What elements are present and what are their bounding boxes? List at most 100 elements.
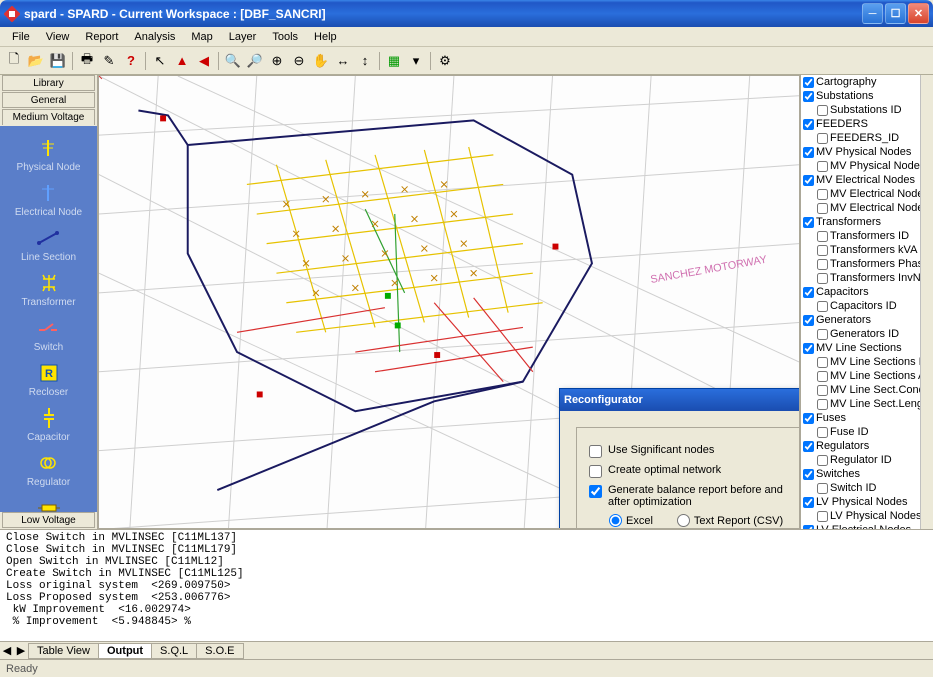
menu-analysis[interactable]: Analysis: [126, 29, 183, 45]
layer-row[interactable]: Transformers ID: [801, 229, 920, 243]
layer-row[interactable]: MV Electrical Nodes: [801, 173, 920, 187]
layer-row[interactable]: FEEDERS_ID: [801, 131, 920, 145]
layer-row[interactable]: Cartography: [801, 75, 920, 89]
menu-file[interactable]: File: [4, 29, 38, 45]
layer-row[interactable]: Transformers Phases: [801, 257, 920, 271]
layer-checkbox[interactable]: [803, 175, 814, 186]
layer-checkbox[interactable]: [803, 217, 814, 228]
zoom-in-icon[interactable]: 🔍: [223, 51, 243, 71]
layer-row[interactable]: FEEDERS: [801, 117, 920, 131]
layer-row[interactable]: MV Physical Nodes ID: [801, 159, 920, 173]
chk-significant-nodes[interactable]: [589, 445, 602, 458]
layer-row[interactable]: Capacitors: [801, 285, 920, 299]
layer-checkbox[interactable]: [817, 301, 828, 312]
layer-row[interactable]: LV Physical Nodes: [801, 495, 920, 509]
palette-item-reg[interactable]: Regulator: [27, 449, 70, 490]
layer-row[interactable]: Transformers kVA: [801, 243, 920, 257]
layer-checkbox[interactable]: [817, 231, 828, 242]
minimize-button[interactable]: ─: [862, 3, 883, 24]
layer-row[interactable]: Generators: [801, 313, 920, 327]
layer-checkbox[interactable]: [803, 441, 814, 452]
save-icon[interactable]: 💾: [48, 51, 68, 71]
layer-checkbox[interactable]: [817, 511, 828, 522]
layer-checkbox[interactable]: [817, 273, 828, 284]
layer-checkbox[interactable]: [803, 497, 814, 508]
layer-row[interactable]: MV Line Sections Amp: [801, 369, 920, 383]
new-icon[interactable]: 🗋: [4, 51, 24, 71]
layer-checkbox[interactable]: [817, 371, 828, 382]
layer-row[interactable]: Switches: [801, 467, 920, 481]
menu-map[interactable]: Map: [183, 29, 220, 45]
palette-tab-library[interactable]: Library: [2, 75, 95, 91]
layer-panel[interactable]: CartographySubstationsSubstations IDFEED…: [800, 75, 920, 529]
menu-report[interactable]: Report: [77, 29, 126, 45]
palette-item-recloser[interactable]: RRecloser: [29, 359, 68, 400]
layer-row[interactable]: MV Electrical Nodes kV: [801, 201, 920, 215]
palette-item-pnode[interactable]: Physical Node: [17, 134, 81, 175]
layer-checkbox[interactable]: [817, 189, 828, 200]
console-tab-sql[interactable]: S.Q.L: [151, 643, 197, 659]
globe-icon[interactable]: ↕: [355, 51, 375, 71]
palette-item-xfmr[interactable]: Transformer: [21, 269, 75, 310]
console-tab-output[interactable]: Output: [98, 643, 152, 659]
console-nav-prev[interactable]: ◀: [0, 644, 14, 657]
open-icon[interactable]: 📂: [26, 51, 46, 71]
console-tab-tableview[interactable]: Table View: [28, 643, 99, 659]
layer-checkbox[interactable]: [817, 427, 828, 438]
layer-checkbox[interactable]: [817, 399, 828, 410]
layer-checkbox[interactable]: [803, 315, 814, 326]
layer-checkbox[interactable]: [817, 385, 828, 396]
layers-icon[interactable]: ▦: [384, 51, 404, 71]
layer-row[interactable]: Transformers InvNumber: [801, 271, 920, 285]
layer-checkbox[interactable]: [817, 133, 828, 144]
layer-checkbox[interactable]: [817, 483, 828, 494]
menu-layer[interactable]: Layer: [221, 29, 265, 45]
layer-checkbox[interactable]: [803, 147, 814, 158]
layer-row[interactable]: LV Physical Nodes ID: [801, 509, 920, 523]
layer-checkbox[interactable]: [817, 105, 828, 116]
network-icon[interactable]: ✎: [99, 51, 119, 71]
layer-row[interactable]: Regulators: [801, 439, 920, 453]
zoom-out-icon[interactable]: 🔎: [245, 51, 265, 71]
layer-row[interactable]: MV Line Sections ID: [801, 355, 920, 369]
settings-icon[interactable]: ⚙: [435, 51, 455, 71]
palette-item-line[interactable]: Line Section: [21, 224, 76, 265]
layer-checkbox[interactable]: [803, 287, 814, 298]
pan-icon[interactable]: ✋: [311, 51, 331, 71]
menu-tools[interactable]: Tools: [264, 29, 306, 45]
menu-help[interactable]: Help: [306, 29, 345, 45]
layer-checkbox[interactable]: [817, 329, 828, 340]
layer-checkbox[interactable]: [803, 413, 814, 424]
radio-csv[interactable]: [677, 514, 690, 527]
zoom-extent-icon[interactable]: ⊕: [267, 51, 287, 71]
print-icon[interactable]: 🖶: [77, 51, 97, 71]
layer-row[interactable]: MV Line Sections: [801, 341, 920, 355]
layer-row[interactable]: MV Electrical Nodes ID: [801, 187, 920, 201]
maximize-button[interactable]: ☐: [885, 3, 906, 24]
layer-row[interactable]: Fuse ID: [801, 425, 920, 439]
layer-checkbox[interactable]: [817, 203, 828, 214]
layer-row[interactable]: Substations: [801, 89, 920, 103]
palette-tab-low-voltage[interactable]: Low Voltage: [2, 512, 95, 528]
layer-checkbox[interactable]: [803, 469, 814, 480]
radio-excel[interactable]: [609, 514, 622, 527]
map-canvas[interactable]: SANCHEZ MOTORWAY Reconfigurator ✕ Use Si…: [98, 75, 800, 529]
layer-row[interactable]: Capacitors ID: [801, 299, 920, 313]
layer-row[interactable]: Switch ID: [801, 481, 920, 495]
help-icon[interactable]: ?: [121, 51, 141, 71]
chk-optimal-network[interactable]: [589, 465, 602, 478]
layer-row[interactable]: Regulator ID: [801, 453, 920, 467]
console-text[interactable]: Close Switch in MVLINSEC [C11ML137] Clos…: [0, 530, 933, 641]
palette-item-enode[interactable]: Electrical Node: [15, 179, 82, 220]
palette-tab-medium-voltage[interactable]: Medium Voltage: [2, 109, 95, 125]
layer-row[interactable]: MV Physical Nodes: [801, 145, 920, 159]
layer-row[interactable]: Fuses: [801, 411, 920, 425]
close-button[interactable]: ✕: [908, 3, 929, 24]
layer-checkbox[interactable]: [803, 77, 814, 88]
layer-checkbox[interactable]: [817, 259, 828, 270]
select-icon[interactable]: ↖: [150, 51, 170, 71]
layer-row[interactable]: MV Line Sect.Length: [801, 397, 920, 411]
layer-row[interactable]: Transformers: [801, 215, 920, 229]
console-nav-next[interactable]: ▶: [14, 644, 28, 657]
chk-balance-report[interactable]: [589, 485, 602, 498]
